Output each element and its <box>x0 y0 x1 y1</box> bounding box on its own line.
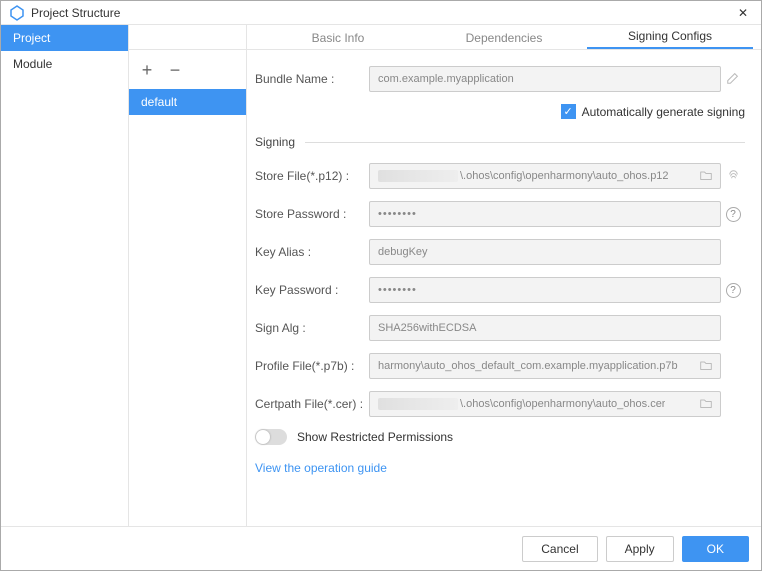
bundle-name-label: Bundle Name : <box>255 72 369 86</box>
sign-alg-row: Sign Alg : SHA256withECDSA <box>255 315 745 341</box>
title-bar: Project Structure ✕ <box>1 1 761 25</box>
bundle-name-row: Bundle Name : com.example.myapplication <box>255 66 745 92</box>
profile-file-input[interactable]: harmony\auto_ohos_default_com.example.my… <box>369 353 721 379</box>
edit-icon[interactable] <box>726 71 740 88</box>
sidebar-item-module[interactable]: Module <box>1 51 128 77</box>
show-restricted-label: Show Restricted Permissions <box>297 430 453 444</box>
sign-alg-input[interactable]: SHA256withECDSA <box>369 315 721 341</box>
fingerprint-icon[interactable] <box>726 167 741 185</box>
sidebar-item-project[interactable]: Project <box>1 25 128 51</box>
help-icon[interactable]: ? <box>726 283 741 298</box>
store-password-input[interactable]: •••••••• <box>369 201 721 227</box>
operation-guide-link[interactable]: View the operation guide <box>255 461 387 475</box>
auto-signing-checkbox[interactable]: ✓ <box>561 104 576 119</box>
cancel-button[interactable]: Cancel <box>522 536 597 562</box>
folder-icon[interactable] <box>700 397 712 412</box>
folder-icon[interactable] <box>700 359 712 374</box>
ok-button[interactable]: OK <box>682 536 749 562</box>
main-panel: Basic Info Dependencies Signing Configs … <box>247 25 761 526</box>
add-config-button[interactable]: + <box>139 62 155 78</box>
certpath-file-input[interactable]: \.ohos\config\openharmony\auto_ohos.cer <box>369 391 721 417</box>
sign-alg-label: Sign Alg : <box>255 321 369 335</box>
key-password-label: Key Password : <box>255 283 369 297</box>
window-title: Project Structure <box>31 6 733 20</box>
certpath-file-label: Certpath File(*.cer) : <box>255 397 369 411</box>
config-toolbar: + − <box>129 49 246 89</box>
store-file-label: Store File(*.p12) : <box>255 169 369 183</box>
key-password-row: Key Password : •••••••• ? <box>255 277 745 303</box>
store-password-row: Store Password : •••••••• ? <box>255 201 745 227</box>
signing-section-label: Signing <box>255 135 295 149</box>
show-restricted-toggle[interactable] <box>255 429 287 445</box>
store-file-input[interactable]: \.ohos\config\openharmony\auto_ohos.p12 <box>369 163 721 189</box>
folder-icon[interactable] <box>700 169 712 184</box>
close-button[interactable]: ✕ <box>733 6 753 20</box>
store-password-label: Store Password : <box>255 207 369 221</box>
apply-button[interactable]: Apply <box>606 536 674 562</box>
key-password-input[interactable]: •••••••• <box>369 277 721 303</box>
key-alias-row: Key Alias : debugKey <box>255 239 745 265</box>
auto-signing-label: Automatically generate signing <box>582 105 745 119</box>
bundle-name-input[interactable]: com.example.myapplication <box>369 66 721 92</box>
left-sidebar: Project Module <box>1 25 129 526</box>
certpath-file-row: Certpath File(*.cer) : \.ohos\config\ope… <box>255 391 745 417</box>
help-icon[interactable]: ? <box>726 207 741 222</box>
footer: Cancel Apply OK <box>1 526 761 570</box>
config-list-panel: + − default <box>129 25 247 526</box>
app-logo-icon <box>9 5 25 21</box>
profile-file-label: Profile File(*.p7b) : <box>255 359 369 373</box>
key-alias-input[interactable]: debugKey <box>369 239 721 265</box>
config-item-default[interactable]: default <box>129 89 246 115</box>
key-alias-label: Key Alias : <box>255 245 369 259</box>
tabs: Basic Info Dependencies Signing Configs <box>247 25 761 49</box>
tab-basic-info[interactable]: Basic Info <box>255 27 421 49</box>
profile-file-row: Profile File(*.p7b) : harmony\auto_ohos_… <box>255 353 745 379</box>
store-file-row: Store File(*.p12) : \.ohos\config\openha… <box>255 163 745 189</box>
remove-config-button[interactable]: − <box>167 62 183 78</box>
tab-signing-configs[interactable]: Signing Configs <box>587 25 753 49</box>
tab-dependencies[interactable]: Dependencies <box>421 27 587 49</box>
